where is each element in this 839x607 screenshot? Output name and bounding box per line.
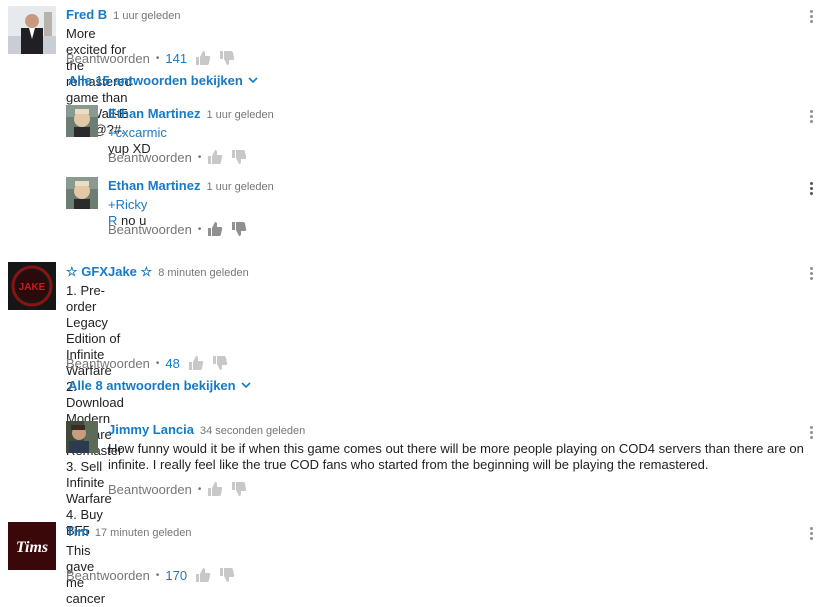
author-name[interactable]: ☆ GFXJake ☆ 8 minuten geleden <box>66 264 249 280</box>
separator-dot: • <box>155 569 160 581</box>
separator-dot: • <box>155 357 160 369</box>
comment-time[interactable]: 17 minuten geleden <box>95 527 192 539</box>
more-actions-icon[interactable] <box>810 110 814 125</box>
comment-actions: Beantwoorden • <box>108 481 255 497</box>
comment-actions: Beantwoorden • <box>108 149 255 165</box>
author-label[interactable]: Jimmy Lancia <box>108 422 194 437</box>
chevron-down-icon <box>241 382 251 389</box>
like-count: 170 <box>165 567 188 583</box>
view-replies-link[interactable]: Alle 8 antwoorden bekijken <box>68 378 251 393</box>
comment-time[interactable]: 8 minuten geleden <box>158 267 249 279</box>
thumbs-up-icon[interactable] <box>207 221 223 237</box>
reply-button[interactable]: Beantwoorden <box>108 150 192 165</box>
comment-time[interactable]: 34 seconden geleden <box>200 425 305 437</box>
separator-dot: • <box>155 52 160 64</box>
reply-button[interactable]: Beantwoorden <box>108 222 192 237</box>
thumbs-down-icon[interactable] <box>231 481 247 497</box>
author-label[interactable]: Fred B <box>66 7 107 22</box>
comment-actions: Beantwoorden • 170 <box>66 567 243 583</box>
comment-actions: Beantwoorden • <box>108 221 255 237</box>
reply-button[interactable]: Beantwoorden <box>66 51 150 66</box>
more-actions-icon[interactable] <box>810 267 814 282</box>
author-label[interactable]: Ethan Martinez <box>108 178 200 193</box>
thumbs-down-icon[interactable] <box>219 50 235 66</box>
more-actions-icon[interactable] <box>810 527 814 542</box>
comment-time[interactable]: 1 uur geleden <box>206 181 273 193</box>
mention-link[interactable]: +cxcarmic <box>108 125 167 140</box>
thumbs-up-icon[interactable] <box>195 50 211 66</box>
like-count: 141 <box>165 50 188 66</box>
avatar[interactable]: Tims <box>8 522 56 570</box>
thumbs-down-icon[interactable] <box>231 221 247 237</box>
thumbs-up-icon[interactable] <box>207 481 223 497</box>
author-name[interactable]: Fred B 1 uur geleden <box>66 7 180 22</box>
thumbs-down-icon[interactable] <box>219 567 235 583</box>
author-name[interactable]: Ethan Martinez 1 uur geleden <box>108 106 274 121</box>
author-label[interactable]: ☆ GFXJake ☆ <box>66 264 152 279</box>
comment-text: How funny would it be if when this game … <box>108 441 804 472</box>
comment-time[interactable]: 1 uur geleden <box>206 109 273 121</box>
comment-actions: Beantwoorden • 141 <box>66 50 243 66</box>
reply-button[interactable]: Beantwoorden <box>66 568 150 583</box>
view-replies-link[interactable]: Alle 15 antwoorden bekijken <box>68 73 258 88</box>
author-label[interactable]: Ethan Martinez <box>108 106 200 121</box>
more-actions-icon[interactable] <box>810 182 814 197</box>
comment-text: 1. Pre-order Legacy Edition of Infinite … <box>66 283 124 539</box>
avatar[interactable] <box>66 177 98 209</box>
thumbs-down-icon[interactable] <box>231 149 247 165</box>
comment-time[interactable]: 1 uur geleden <box>113 10 180 22</box>
author-name[interactable]: Jimmy Lancia 34 seconden geleden <box>108 422 305 437</box>
separator-dot: • <box>197 223 202 235</box>
thumbs-up-icon[interactable] <box>188 355 204 371</box>
avatar[interactable] <box>66 421 98 453</box>
chevron-down-icon <box>248 77 258 84</box>
reply-button[interactable]: Beantwoorden <box>108 482 192 497</box>
thumbs-up-icon[interactable] <box>195 567 211 583</box>
thumbs-up-icon[interactable] <box>207 149 223 165</box>
view-replies-label[interactable]: Alle 8 antwoorden bekijken <box>68 378 236 393</box>
more-actions-icon[interactable] <box>810 10 814 25</box>
avatar-tims-text: Tims <box>16 539 48 556</box>
separator-dot: • <box>197 483 202 495</box>
more-actions-icon[interactable] <box>810 426 814 441</box>
avatar[interactable]: JAKE <box>8 262 56 310</box>
comment-actions: Beantwoorden • 48 <box>66 355 236 371</box>
author-name[interactable]: Ethan Martinez 1 uur geleden <box>108 178 274 193</box>
like-count: 48 <box>165 355 180 371</box>
avatar[interactable] <box>8 6 56 54</box>
separator-dot: • <box>197 151 202 163</box>
reply-button[interactable]: Beantwoorden <box>66 356 150 371</box>
author-name[interactable]: Tim 17 minuten geleden <box>66 524 192 539</box>
avatar-jake-text: JAKE <box>19 282 46 293</box>
avatar[interactable] <box>66 105 98 137</box>
view-replies-label[interactable]: Alle 15 antwoorden bekijken <box>68 73 243 88</box>
thumbs-down-icon[interactable] <box>212 355 228 371</box>
author-label[interactable]: Tim <box>66 524 89 539</box>
